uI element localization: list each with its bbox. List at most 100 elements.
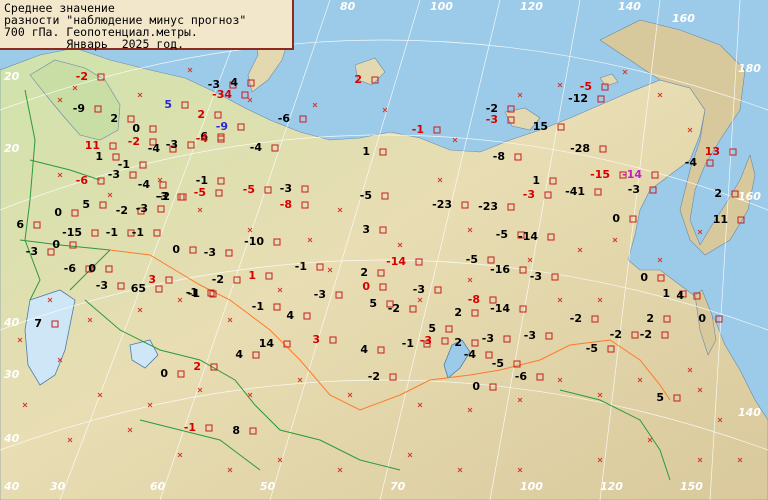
station-value: 1	[662, 287, 670, 300]
station-value: -15	[590, 168, 610, 181]
station-value: -2	[76, 70, 88, 83]
grid-label: 70	[390, 480, 406, 493]
grid-label: 20	[4, 70, 20, 83]
grid-label: 150	[680, 480, 703, 493]
grid-label: 60	[150, 480, 166, 493]
station-value: 2	[110, 112, 118, 125]
station-value: -2	[116, 204, 128, 217]
station-value: -1	[295, 260, 307, 273]
station-value: -14	[386, 255, 406, 268]
station-value: -5	[243, 183, 255, 196]
station-value: 4	[360, 343, 368, 356]
station-value: 5	[82, 198, 90, 211]
station-value: 65	[131, 282, 146, 295]
station-value: -34	[212, 88, 232, 101]
station-value: -2	[570, 312, 582, 325]
station-value: 3	[148, 273, 156, 286]
station-value: -2	[388, 302, 400, 315]
station-value: -3	[96, 279, 108, 292]
station-value: -4	[464, 348, 477, 361]
station-value: -6	[278, 112, 291, 125]
station-value: 4	[235, 348, 243, 361]
station-value: 0	[88, 262, 96, 275]
grid-label: 100	[430, 0, 453, 13]
station-value: 0	[640, 271, 648, 284]
station-value: 2	[454, 306, 462, 319]
station-value: -5	[586, 342, 598, 355]
station-value: 8	[232, 424, 240, 437]
station-value: 0	[172, 243, 180, 256]
grid-label: 40	[3, 480, 20, 493]
station-value: 1	[95, 150, 103, 163]
station-value: -1	[188, 287, 200, 300]
station-value: -2	[368, 370, 380, 383]
grid-label: 160	[672, 12, 695, 25]
grid-label: 160	[738, 190, 761, 203]
station-value: 4	[286, 309, 294, 322]
station-value: 2	[454, 336, 462, 349]
station-value: -14	[490, 302, 510, 315]
station-value: -15	[62, 226, 82, 239]
station-value: -12	[568, 92, 588, 105]
station-value: 2	[646, 312, 654, 325]
station-value: -5	[466, 253, 478, 266]
station-value: -2	[610, 328, 622, 341]
station-value: 15	[533, 120, 548, 133]
station-value: -3	[628, 183, 640, 196]
station-value: 14	[259, 337, 275, 350]
legend-line-4: Январь 2025 год.	[4, 37, 185, 51]
station-value: -4	[138, 178, 151, 191]
station-value: -3	[166, 138, 178, 151]
station-value: -6	[64, 262, 77, 275]
station-value: -1	[412, 123, 424, 136]
station-value: -3	[136, 202, 148, 215]
station-value: 7	[34, 317, 42, 330]
station-value: 2	[354, 73, 362, 86]
station-value: -14	[518, 230, 538, 243]
station-value: -3	[314, 288, 326, 301]
station-value: -1	[184, 421, 196, 434]
station-value: -16	[490, 263, 510, 276]
station-value: 0	[54, 206, 62, 219]
station-value: 5	[164, 98, 172, 111]
station-value: -28	[570, 142, 590, 155]
station-value: -4	[196, 132, 209, 145]
station-value: -3	[204, 246, 216, 259]
station-value: 0	[160, 367, 168, 380]
station-value: -41	[565, 185, 585, 198]
station-value: -4	[250, 141, 263, 154]
station-value: 2	[197, 108, 205, 121]
grid-label: 100	[520, 480, 543, 493]
station-value: -3	[530, 270, 542, 283]
station-value: -2	[212, 273, 224, 286]
station-value: -3	[108, 168, 120, 181]
station-value: -9	[216, 120, 228, 133]
station-value: 1	[248, 269, 256, 282]
station-value: -4	[685, 156, 698, 169]
station-value: -3	[413, 283, 425, 296]
grid-label: 30	[50, 480, 66, 493]
station-value: -3	[26, 245, 38, 258]
station-value: 0	[698, 312, 706, 325]
station-value: -5	[492, 357, 504, 370]
station-value: -1	[132, 226, 144, 239]
station-value: 0	[612, 212, 620, 225]
station-value: -3	[523, 188, 535, 201]
station-value: -9	[73, 102, 85, 115]
grid-label: 30	[4, 368, 20, 381]
station-value: 5	[656, 391, 664, 404]
grid-label: 20	[4, 142, 20, 155]
station-value: -6	[76, 174, 89, 187]
station-value: 2	[714, 187, 722, 200]
station-value: -2	[158, 190, 170, 203]
station-value: 2	[193, 360, 201, 373]
station-value: 13	[705, 145, 720, 158]
station-value: -10	[244, 235, 264, 248]
station-value: 0	[132, 122, 140, 135]
station-value: -23	[478, 200, 498, 213]
station-value: -2	[128, 135, 140, 148]
station-value: -3	[524, 329, 536, 342]
station-value: -1	[106, 226, 118, 239]
map-canvas: 60 80 100 120 140 160 180 160 140 20 40 …	[0, 0, 768, 500]
station-value: 0	[362, 280, 370, 293]
